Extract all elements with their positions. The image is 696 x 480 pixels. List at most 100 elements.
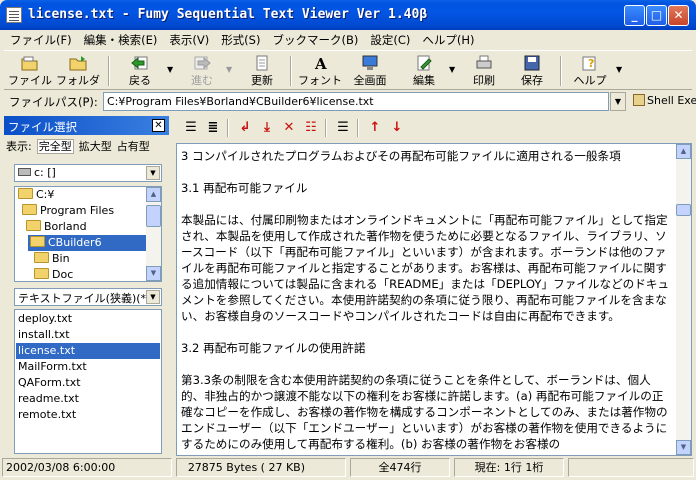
- menu-edit-search[interactable]: 編集・検索(E): [78, 30, 164, 48]
- refresh-button[interactable]: 更新: [242, 54, 282, 88]
- menu-help[interactable]: ヘルプ(H): [416, 30, 480, 48]
- view-mode-label: 表示:: [6, 140, 32, 153]
- status-extra: [568, 458, 694, 477]
- app-icon[interactable]: [6, 7, 22, 23]
- menu-file[interactable]: ファイル(F): [4, 30, 78, 48]
- folder-open-icon: [22, 204, 37, 215]
- back-button[interactable]: 戻る: [118, 54, 162, 88]
- folder-icon: [34, 268, 49, 279]
- fullscreen-button-label: 全画面: [353, 74, 387, 87]
- status-total-lines: 全474行: [350, 458, 450, 477]
- file-type-filter[interactable]: テキストファイル(狭義)(* ▼: [14, 288, 162, 306]
- file-list[interactable]: deploy.txt install.txt license.txt MailF…: [14, 309, 162, 454]
- toolbar-separator: [357, 119, 359, 137]
- folder-icon: [34, 252, 49, 263]
- drive-icon: [18, 168, 31, 176]
- tree-item[interactable]: Bin: [32, 251, 72, 267]
- view-mode-occupy[interactable]: 占有型: [117, 140, 150, 153]
- folder-open-icon: [30, 236, 45, 247]
- wrap-off-icon[interactable]: ☰: [181, 119, 201, 137]
- shell-exec-button[interactable]: Shell Exec.: [633, 94, 696, 107]
- scroll-thumb[interactable]: [146, 205, 161, 227]
- doc-paragraph: 第3.3条の制限を含む本使用許諾契約の条項に従うことを条件として、ボーランドは、…: [181, 373, 668, 451]
- shell-exec-label: Shell Exec.: [647, 94, 696, 107]
- search-up-icon[interactable]: ↑: [365, 119, 385, 137]
- back-dropdown-icon[interactable]: ▼: [167, 65, 173, 74]
- file-select-panel: ファイル選択 ✕ 表示: 完全型 拡大型 占有型 c: [] ▼ C:¥ Progra…: [4, 116, 169, 456]
- file-item[interactable]: QAForm.txt: [16, 375, 160, 391]
- help-button[interactable]: ? ヘルプ: [568, 54, 612, 88]
- tree-scrollbar[interactable]: ▲ ▼: [146, 187, 161, 281]
- bookmark-next-icon[interactable]: ⤓: [257, 119, 277, 137]
- file-item[interactable]: MailForm.txt: [16, 359, 160, 375]
- forward-button[interactable]: 進む: [182, 54, 222, 88]
- forward-button-label: 進む: [191, 74, 213, 87]
- edit-button[interactable]: 編集: [404, 54, 444, 88]
- tree-item[interactable]: Doc: [32, 267, 75, 281]
- file-button[interactable]: ファイル: [8, 54, 52, 88]
- save-button[interactable]: 保存: [512, 54, 552, 88]
- status-size: 27875 Bytes ( 27 KB): [176, 458, 346, 477]
- file-button-label: ファイル: [8, 74, 52, 87]
- panel-close-icon[interactable]: ✕: [152, 119, 165, 132]
- title-bar[interactable]: license.txt - Fumy Sequential Text Viewe…: [0, 0, 696, 30]
- bookmark-set-icon[interactable]: ↲: [235, 119, 255, 137]
- bookmark-list-icon[interactable]: ☷: [301, 119, 321, 137]
- print-button[interactable]: 印刷: [464, 54, 504, 88]
- file-item[interactable]: readme.txt: [16, 391, 160, 407]
- scroll-up-icon[interactable]: ▲: [676, 144, 691, 159]
- tree-item[interactable]: Borland: [24, 219, 89, 235]
- view-mode-expand[interactable]: 拡大型: [79, 140, 112, 153]
- menu-format[interactable]: 形式(S): [215, 30, 266, 48]
- edit-icon: [417, 55, 432, 71]
- close-button[interactable]: ✕: [668, 5, 689, 26]
- text-scrollbar[interactable]: ▲ ▼: [676, 144, 691, 455]
- main-toolbar: ファイル フォルダ 戻る ▼ 進む ▼ 更新 A フォント 全画面 編集 ▼ 印…: [4, 50, 692, 90]
- scroll-down-icon[interactable]: ▼: [146, 266, 161, 281]
- path-dropdown-icon[interactable]: ▼: [610, 92, 626, 111]
- scroll-up-icon[interactable]: ▲: [146, 187, 161, 202]
- menu-settings[interactable]: 設定(C): [364, 30, 416, 48]
- tree-item-selected[interactable]: CBuilder6: [28, 235, 146, 251]
- file-item[interactable]: deploy.txt: [16, 311, 160, 327]
- edit-button-label: 編集: [413, 74, 435, 87]
- filter-dropdown-icon[interactable]: ▼: [146, 290, 160, 304]
- help-dropdown-icon[interactable]: ▼: [616, 65, 622, 74]
- text-viewer[interactable]: 3 コンパイルされたプログラムおよびその再配布可能ファイルに適用される一般条項 …: [176, 143, 692, 456]
- fullscreen-button[interactable]: 全画面: [348, 54, 392, 88]
- scroll-thumb[interactable]: [676, 204, 691, 216]
- maximize-button[interactable]: □: [646, 5, 667, 26]
- toolbar-separator: [108, 56, 110, 86]
- edit-dropdown-icon[interactable]: ▼: [449, 65, 455, 74]
- help-icon: ?: [582, 56, 596, 71]
- tree-item[interactable]: Program Files: [20, 203, 116, 219]
- view-mode-full[interactable]: 完全型: [36, 139, 74, 154]
- file-item[interactable]: install.txt: [16, 327, 160, 343]
- forward-dropdown-icon[interactable]: ▼: [226, 65, 232, 74]
- wrap-on-icon[interactable]: ≣: [203, 119, 223, 137]
- drive-dropdown-icon[interactable]: ▼: [146, 166, 160, 180]
- file-item[interactable]: remote.txt: [16, 407, 160, 423]
- shell-icon: [633, 94, 645, 106]
- refresh-button-label: 更新: [251, 74, 273, 87]
- folder-button[interactable]: フォルダ: [56, 54, 100, 88]
- path-input[interactable]: C:¥Program Files¥Borland¥CBuilder6¥licen…: [103, 92, 609, 111]
- drive-select[interactable]: c: [] ▼: [14, 164, 162, 182]
- line-numbers-icon[interactable]: ☰: [333, 119, 353, 137]
- tree-item[interactable]: C:¥: [16, 187, 56, 203]
- minimize-button[interactable]: _: [624, 5, 645, 26]
- file-item-selected[interactable]: license.txt: [16, 343, 160, 359]
- save-button-label: 保存: [521, 74, 543, 87]
- search-down-icon[interactable]: ↓: [387, 119, 407, 137]
- folder-tree[interactable]: C:¥ Program Files Borland CBuilder6 Bin …: [14, 186, 162, 282]
- back-arrow-icon: [131, 56, 148, 70]
- folder-open-icon: [26, 220, 41, 231]
- bookmark-clear-icon[interactable]: ✕: [279, 119, 299, 137]
- menu-bookmark[interactable]: ブックマーク(B): [266, 30, 364, 48]
- menu-view[interactable]: 表示(V): [163, 30, 215, 48]
- folder-icon: [69, 56, 87, 71]
- font-button[interactable]: A フォント: [298, 54, 342, 88]
- scroll-down-icon[interactable]: ▼: [676, 440, 691, 455]
